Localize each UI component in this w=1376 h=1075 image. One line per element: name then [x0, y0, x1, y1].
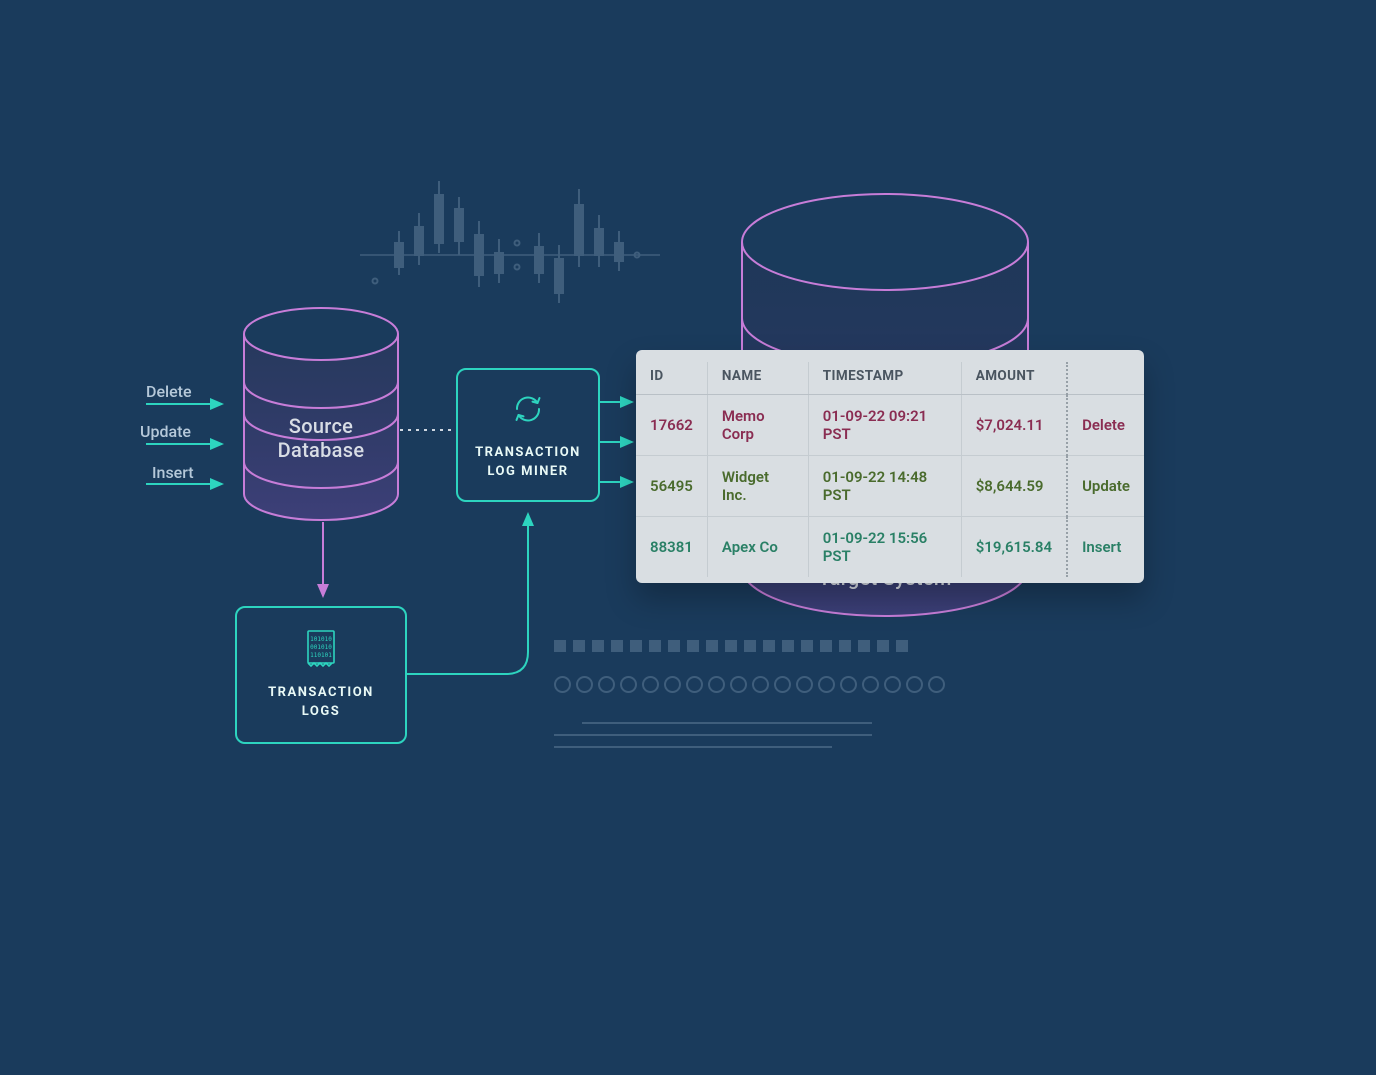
table-row: 17662 Memo Corp 01-09-22 09:21 PST $7,02… — [636, 395, 1144, 456]
table-row: 88381 Apex Co 01-09-22 15:56 PST $19,615… — [636, 517, 1144, 578]
col-timestamp: TIMESTAMP — [808, 362, 961, 395]
diagram-canvas: Delete Update Insert SourceDatabase — [0, 0, 1376, 1075]
bg-chart-decoration — [360, 175, 660, 335]
connector-db-to-miner — [400, 426, 458, 434]
deco-line — [582, 722, 872, 724]
connector-db-to-logs — [315, 522, 331, 606]
svg-text:101010: 101010 — [310, 636, 332, 643]
transaction-log-miner-box: TRANSACTIONLOG MINER — [456, 368, 600, 502]
source-database-label: SourceDatabase — [238, 414, 404, 462]
table-row: 56495 Widget Inc. 01-09-22 14:48 PST $8,… — [636, 456, 1144, 517]
col-amount: AMOUNT — [961, 362, 1067, 395]
transaction-logs-box: 101010 001010 110101 TRANSACTIONLOGS — [235, 606, 407, 744]
deco-line — [554, 734, 872, 736]
col-name: NAME — [707, 362, 808, 395]
connector-logs-to-miner — [406, 504, 546, 680]
receipt-icon: 101010 001010 110101 — [304, 629, 338, 669]
svg-text:001010: 001010 — [310, 644, 332, 651]
deco-line — [554, 746, 832, 748]
sync-icon — [508, 389, 548, 429]
transaction-logs-title: TRANSACTIONLOGS — [268, 683, 374, 722]
deco-squares — [554, 637, 915, 656]
svg-text:110101: 110101 — [310, 652, 332, 659]
col-id: ID — [636, 362, 707, 395]
transaction-log-miner-title: TRANSACTIONLOG MINER — [475, 443, 581, 482]
col-action — [1067, 362, 1144, 395]
data-table-panel: ID NAME TIMESTAMP AMOUNT 17662 Memo Corp… — [636, 350, 1144, 583]
data-table: ID NAME TIMESTAMP AMOUNT 17662 Memo Corp… — [636, 362, 1144, 577]
deco-circles — [554, 676, 950, 697]
op-arrows — [146, 398, 246, 488]
